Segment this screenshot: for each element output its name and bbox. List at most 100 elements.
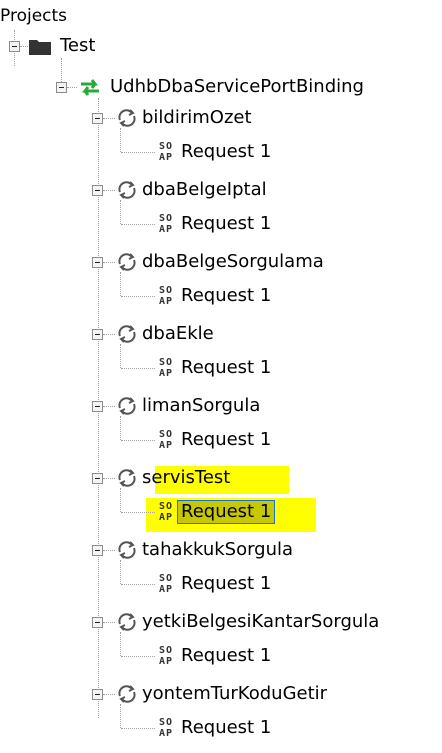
operation-label[interactable]: dbaEkle <box>142 323 214 345</box>
soap-icon-bottom: AP <box>159 224 174 235</box>
tree-guide <box>121 368 155 369</box>
soap-icon-bottom: AP <box>159 296 174 307</box>
tree-guide <box>121 440 155 441</box>
soap-icon-top: SO <box>159 141 174 152</box>
tree-guide <box>120 416 121 440</box>
soap-request-icon: SO AP <box>159 213 179 237</box>
operation-refresh-icon <box>116 683 138 705</box>
tree-guide <box>121 584 155 585</box>
operation-expander[interactable] <box>92 401 103 412</box>
soap-icon-bottom: AP <box>159 440 174 451</box>
tree-guide <box>121 656 155 657</box>
soap-request-icon: SO AP <box>159 285 179 309</box>
tree-guide <box>103 622 115 623</box>
soap-icon-top: SO <box>159 357 174 368</box>
soap-icon-top: SO <box>159 573 174 584</box>
soap-icon-top: SO <box>159 429 174 440</box>
soap-request-icon: SO AP <box>159 573 179 597</box>
tree-guide <box>103 694 115 695</box>
tree-guide <box>20 46 28 47</box>
tree-guide <box>121 296 155 297</box>
tree-guide <box>103 190 115 191</box>
operation-refresh-icon <box>116 107 138 129</box>
operation-label[interactable]: bildirimOzet <box>142 107 252 129</box>
tree-guide <box>120 272 121 296</box>
project-tree: Projects Test UdhbDbaServicePortBinding bil… <box>0 0 442 753</box>
soap-icon-bottom: AP <box>159 152 174 163</box>
operation-expander[interactable] <box>92 185 103 196</box>
operation-label[interactable]: tahakkukSorgula <box>142 539 293 561</box>
operation-expander[interactable] <box>92 329 103 340</box>
tree-guide <box>120 704 121 728</box>
operation-refresh-icon <box>116 395 138 417</box>
soap-request-icon: SO AP <box>159 717 179 741</box>
binding-expander[interactable] <box>56 82 67 93</box>
operation-expander[interactable] <box>92 257 103 268</box>
project-label[interactable]: Test <box>60 35 95 57</box>
tree-root-label: Projects <box>0 6 68 26</box>
operation-expander[interactable] <box>92 689 103 700</box>
operation-label[interactable]: dbaBelgeIptal <box>142 179 267 201</box>
tree-guide <box>67 87 77 88</box>
tree-guide <box>103 406 115 407</box>
operation-label[interactable]: yetkiBelgesiKantarSorgula <box>142 611 379 633</box>
tree-guide <box>103 550 115 551</box>
tree-guide <box>121 224 155 225</box>
project-expander[interactable] <box>9 41 20 52</box>
request-label[interactable]: Request 1 <box>181 573 271 595</box>
folder-icon <box>29 38 51 55</box>
operation-expander[interactable] <box>92 617 103 628</box>
soap-icon-bottom: AP <box>159 368 174 379</box>
tree-guide <box>120 488 121 512</box>
tree-guide <box>121 152 155 153</box>
operation-refresh-icon <box>116 179 138 201</box>
soap-icon-top: SO <box>159 501 174 512</box>
operation-refresh-icon <box>116 467 138 489</box>
operation-label[interactable]: yontemTurKoduGetir <box>142 683 327 705</box>
tree-guide <box>103 334 115 335</box>
soap-icon-top: SO <box>159 717 174 728</box>
tree-guide <box>120 128 121 152</box>
operation-label[interactable]: dbaBelgeSorgulama <box>142 251 324 273</box>
request-label[interactable]: Request 1 <box>181 645 271 667</box>
operation-refresh-icon <box>116 539 138 561</box>
operation-refresh-icon <box>116 611 138 633</box>
soap-request-icon: SO AP <box>159 357 179 381</box>
soap-icon-bottom: AP <box>159 584 174 595</box>
soap-request-icon: SO AP <box>159 501 179 525</box>
operation-refresh-icon <box>116 251 138 273</box>
soap-icon-bottom: AP <box>159 512 174 523</box>
soap-request-icon: SO AP <box>159 429 179 453</box>
tree-guide <box>103 262 115 263</box>
request-label[interactable]: Request 1 <box>176 500 276 524</box>
request-label[interactable]: Request 1 <box>181 285 271 307</box>
tree-guide <box>121 512 155 513</box>
operation-expander[interactable] <box>92 545 103 556</box>
soap-icon-top: SO <box>159 645 174 656</box>
request-label[interactable]: Request 1 <box>181 357 271 379</box>
binding-label[interactable]: UdhbDbaServicePortBinding <box>110 76 364 98</box>
tree-guide <box>120 632 121 656</box>
soap-request-icon: SO AP <box>159 645 179 669</box>
tree-guide <box>103 118 115 119</box>
soap-icon-bottom: AP <box>159 656 174 667</box>
tree-guide <box>120 200 121 224</box>
request-label[interactable]: Request 1 <box>181 429 271 451</box>
soap-icon-top: SO <box>159 213 174 224</box>
operation-label[interactable]: limanSorgula <box>142 395 260 417</box>
tree-guide <box>121 728 155 729</box>
tree-guide <box>120 560 121 584</box>
tree-guide <box>120 344 121 368</box>
soap-request-icon: SO AP <box>159 141 179 165</box>
soap-icon-top: SO <box>159 285 174 296</box>
request-label[interactable]: Request 1 <box>181 717 271 739</box>
binding-arrows-icon <box>79 78 101 96</box>
tree-guide <box>103 478 115 479</box>
request-label[interactable]: Request 1 <box>181 141 271 163</box>
operation-expander[interactable] <box>92 473 103 484</box>
request-label[interactable]: Request 1 <box>181 213 271 235</box>
operation-expander[interactable] <box>92 113 103 124</box>
operation-label[interactable]: servisTest <box>142 467 230 489</box>
operation-refresh-icon <box>116 323 138 345</box>
soap-icon-bottom: AP <box>159 728 174 739</box>
